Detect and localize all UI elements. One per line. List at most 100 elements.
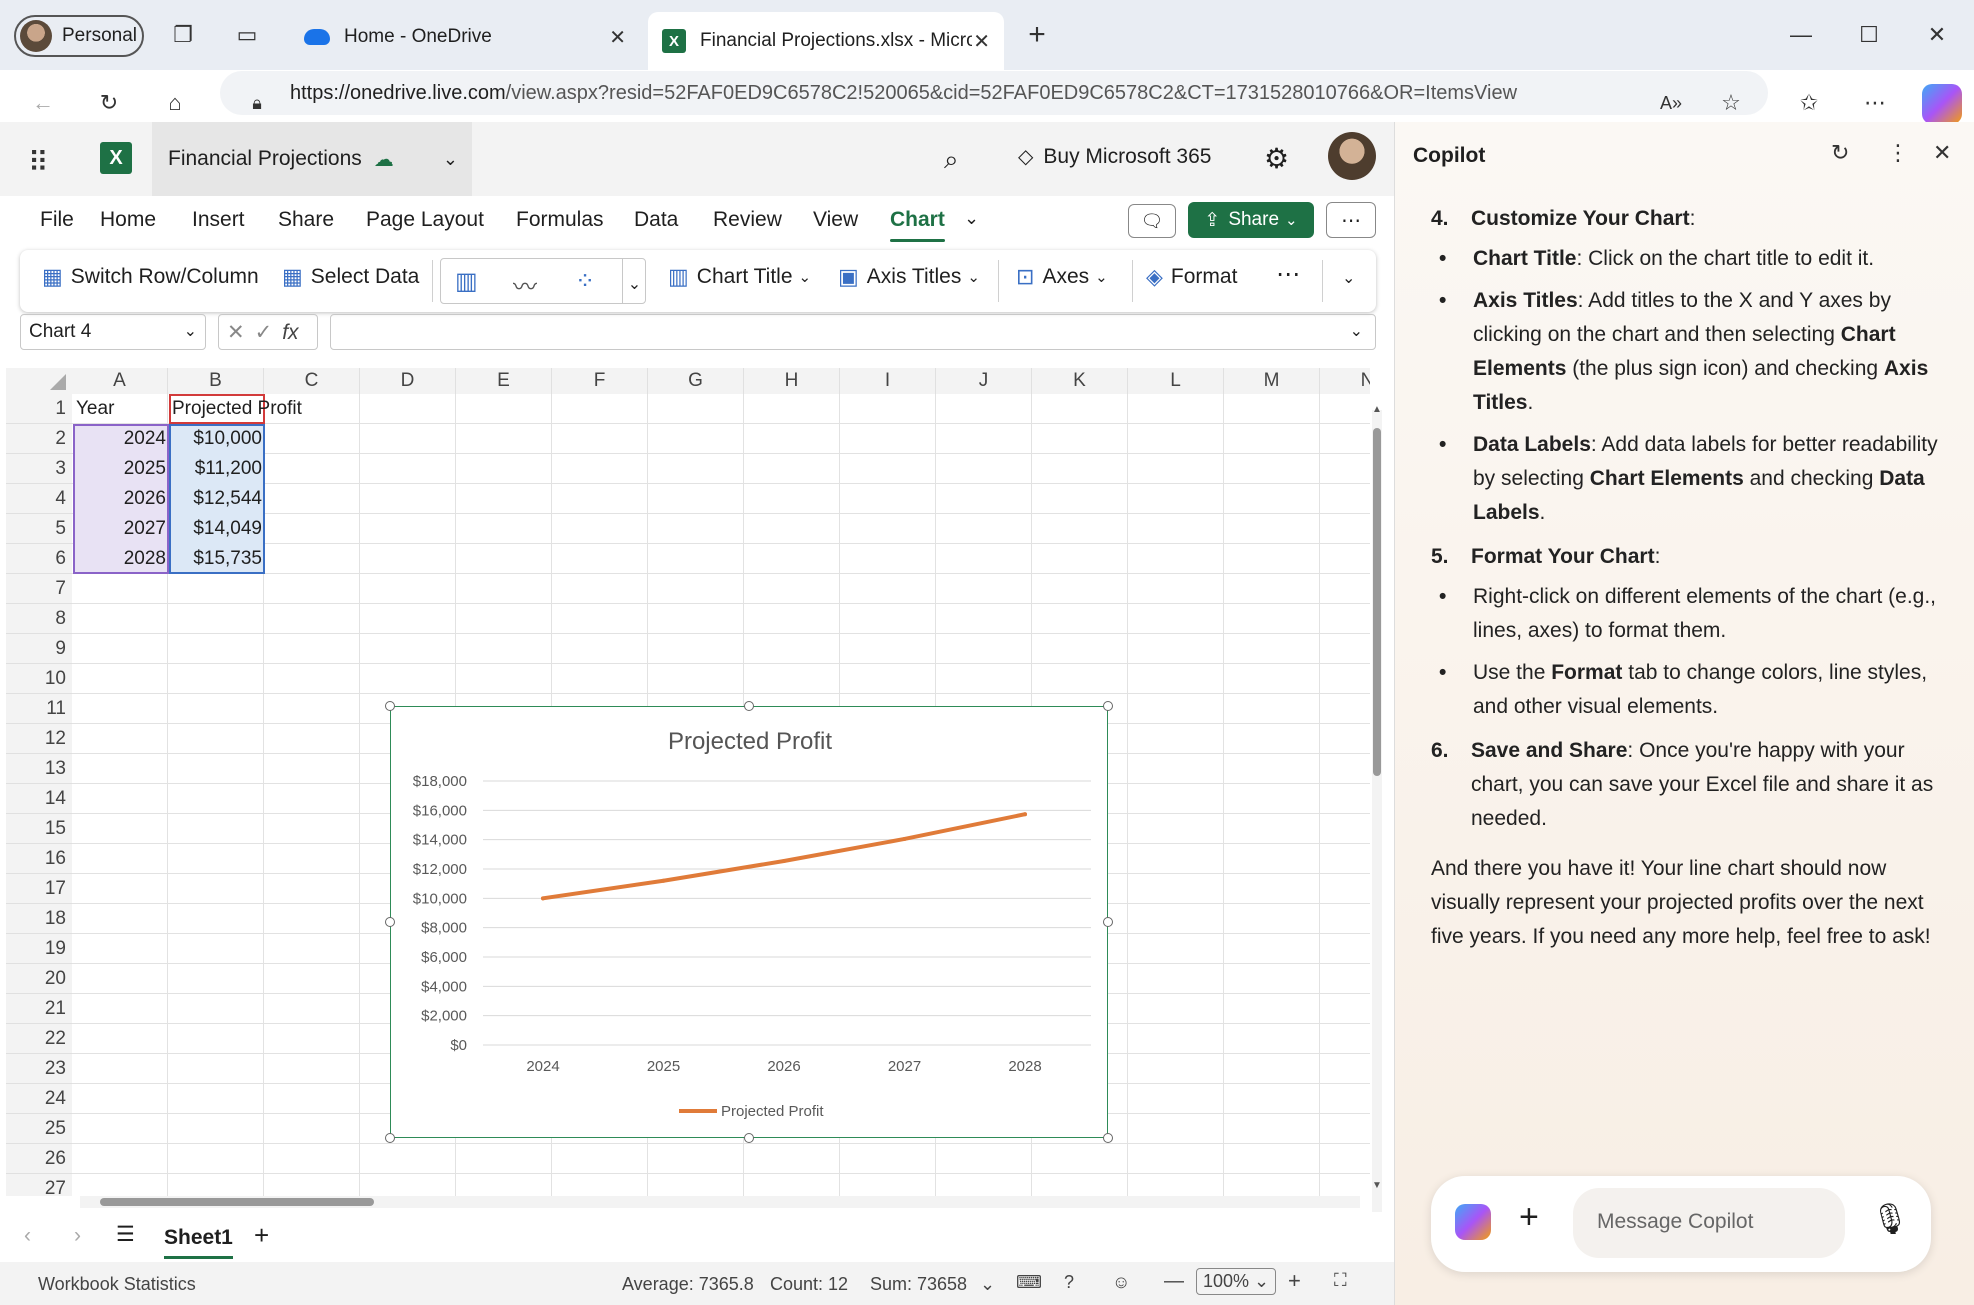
column-header[interactable]: F	[552, 368, 648, 394]
sheet-list-icon[interactable]: ☰	[116, 1222, 135, 1247]
more-vertical-icon[interactable]: ⋮	[1887, 140, 1909, 166]
app-launcher-icon[interactable]: ⠿	[28, 146, 49, 179]
name-box[interactable]: Chart 4 ⌄	[20, 314, 206, 350]
tab-view[interactable]: View	[813, 208, 858, 232]
message-input[interactable]: Message Copilot	[1573, 1188, 1845, 1258]
data-point[interactable]	[782, 859, 786, 864]
refresh-icon[interactable]: ↻	[1831, 140, 1849, 166]
resize-handle[interactable]	[385, 701, 395, 711]
scroll-down-icon[interactable]: ▼	[1372, 1180, 1382, 1191]
format-button[interactable]: ◈ Format	[1146, 264, 1237, 290]
cell-b2[interactable]: $10,000	[168, 424, 262, 454]
resize-handle[interactable]	[1103, 701, 1113, 711]
row-header[interactable]: 1	[6, 394, 72, 424]
column-header[interactable]: I	[840, 368, 936, 394]
tab-insert[interactable]: Insert	[192, 208, 245, 232]
row-header[interactable]: 25	[6, 1114, 72, 1144]
row-header[interactable]: 27	[6, 1174, 72, 1196]
tab-formulas[interactable]: Formulas	[516, 208, 604, 232]
row-header[interactable]: 5	[6, 514, 72, 544]
switch-row-column-button[interactable]: ▦ Switch Row/Column	[42, 264, 259, 290]
cell-a5[interactable]: 2027	[72, 514, 166, 544]
data-point[interactable]	[1023, 812, 1027, 817]
settings-gear-icon[interactable]: ⚙	[1264, 142, 1289, 175]
tab-file[interactable]: File	[40, 208, 74, 232]
axes-button[interactable]: ⊡ Axes ⌄	[1016, 264, 1108, 290]
vertical-scroll-thumb[interactable]	[1373, 428, 1381, 776]
resize-handle[interactable]	[385, 917, 395, 927]
workspaces-icon[interactable]: ❐	[166, 18, 200, 52]
column-header[interactable]: B	[168, 368, 264, 394]
column-header[interactable]: D	[360, 368, 456, 394]
row-header[interactable]: 22	[6, 1024, 72, 1054]
row-header[interactable]: 16	[6, 844, 72, 874]
select-data-button[interactable]: ▦ Select Data	[282, 264, 419, 290]
data-point[interactable]	[902, 836, 907, 841]
cell-a2[interactable]: 2024	[72, 424, 166, 454]
cell-b5[interactable]: $14,049	[168, 514, 262, 544]
legend-label[interactable]: Projected Profit	[721, 1103, 824, 1120]
formula-bar[interactable]: ⌄	[330, 314, 1376, 350]
comments-button[interactable]: 🗨︎	[1128, 204, 1176, 238]
buy-m365-button[interactable]: ◇ Buy Microsoft 365	[1018, 144, 1211, 169]
cell-a4[interactable]: 2026	[72, 484, 166, 514]
minimize-icon[interactable]: —	[1784, 18, 1818, 52]
cell-b3[interactable]: $11,200	[168, 454, 262, 484]
row-header[interactable]: 7	[6, 574, 72, 604]
row-header[interactable]: 10	[6, 664, 72, 694]
zoom-select[interactable]: 100% ⌄	[1196, 1268, 1277, 1295]
chevron-down-icon[interactable]: ⌄	[980, 1274, 995, 1295]
cell-b6[interactable]: $15,735	[168, 544, 262, 574]
data-point[interactable]	[661, 878, 666, 883]
favorites-icon[interactable]: ✩	[1792, 86, 1826, 120]
row-header[interactable]: 26	[6, 1144, 72, 1174]
row-header[interactable]: 12	[6, 724, 72, 754]
line-chart[interactable]: Projected Profit $0 $2,000 $4,000 $6,000 $8,…	[390, 706, 1108, 1138]
row-header[interactable]: 8	[6, 604, 72, 634]
tab-onedrive[interactable]: Home - OneDrive ✕	[290, 12, 640, 62]
doc-name-button[interactable]: Financial Projections ☁ ⌄	[152, 122, 472, 196]
column-header[interactable]: C	[264, 368, 360, 394]
share-button[interactable]: ⇪ Share ⌄	[1188, 202, 1314, 238]
favorite-star-icon[interactable]: ☆	[1714, 86, 1748, 120]
row-header[interactable]: 20	[6, 964, 72, 994]
row-header[interactable]: 19	[6, 934, 72, 964]
more-options-button[interactable]: ⋯	[1326, 202, 1376, 238]
search-icon[interactable]: ⌕	[944, 144, 959, 176]
add-sheet-icon[interactable]: +	[254, 1220, 269, 1251]
row-header[interactable]: 2	[6, 424, 72, 454]
read-aloud-icon[interactable]: A»	[1654, 86, 1688, 120]
row-header[interactable]: 9	[6, 634, 72, 664]
scatter-chart-icon[interactable]: ⁘	[575, 267, 595, 296]
cell-a3[interactable]: 2025	[72, 454, 166, 484]
row-header[interactable]: 17	[6, 874, 72, 904]
column-header[interactable]: N	[1320, 368, 1370, 394]
row-header[interactable]: 23	[6, 1054, 72, 1084]
zoom-out-icon[interactable]: —	[1164, 1270, 1184, 1293]
scroll-up-icon[interactable]: ▲	[1372, 404, 1382, 415]
data-point[interactable]	[541, 896, 545, 901]
more-tabs-chevron-icon[interactable]: ⌄	[964, 208, 979, 229]
cell-b4[interactable]: $12,544	[168, 484, 262, 514]
row-header[interactable]: 11	[6, 694, 72, 724]
close-window-icon[interactable]: ✕	[1920, 18, 1954, 52]
refresh-icon[interactable]: ↻	[92, 86, 126, 120]
chart-title-button[interactable]: ▥ Chart Title ⌄	[668, 264, 811, 290]
row-header[interactable]: 24	[6, 1084, 72, 1114]
new-tab-icon[interactable]: +	[1020, 18, 1054, 52]
tab-chart[interactable]: Chart	[890, 208, 945, 242]
row-header[interactable]: 13	[6, 754, 72, 784]
maximize-icon[interactable]: ☐	[1852, 18, 1886, 52]
back-icon[interactable]: ←	[26, 86, 60, 120]
chevron-down-icon[interactable]: ⌄	[1350, 321, 1363, 341]
url-field[interactable]: https://onedrive.live.com/view.aspx?resi…	[220, 71, 1768, 115]
column-header[interactable]: G	[648, 368, 744, 394]
column-header[interactable]: M	[1224, 368, 1320, 394]
line-chart-icon[interactable]: 〰	[513, 267, 537, 302]
row-header[interactable]: 14	[6, 784, 72, 814]
row-header[interactable]: 15	[6, 814, 72, 844]
fx-icon[interactable]: fx	[282, 321, 298, 344]
collapse-ribbon-icon[interactable]: ⌄	[1342, 268, 1355, 288]
gallery-expand-icon[interactable]: ⌄	[622, 258, 646, 304]
column-chart-icon[interactable]: ▥	[455, 267, 478, 296]
